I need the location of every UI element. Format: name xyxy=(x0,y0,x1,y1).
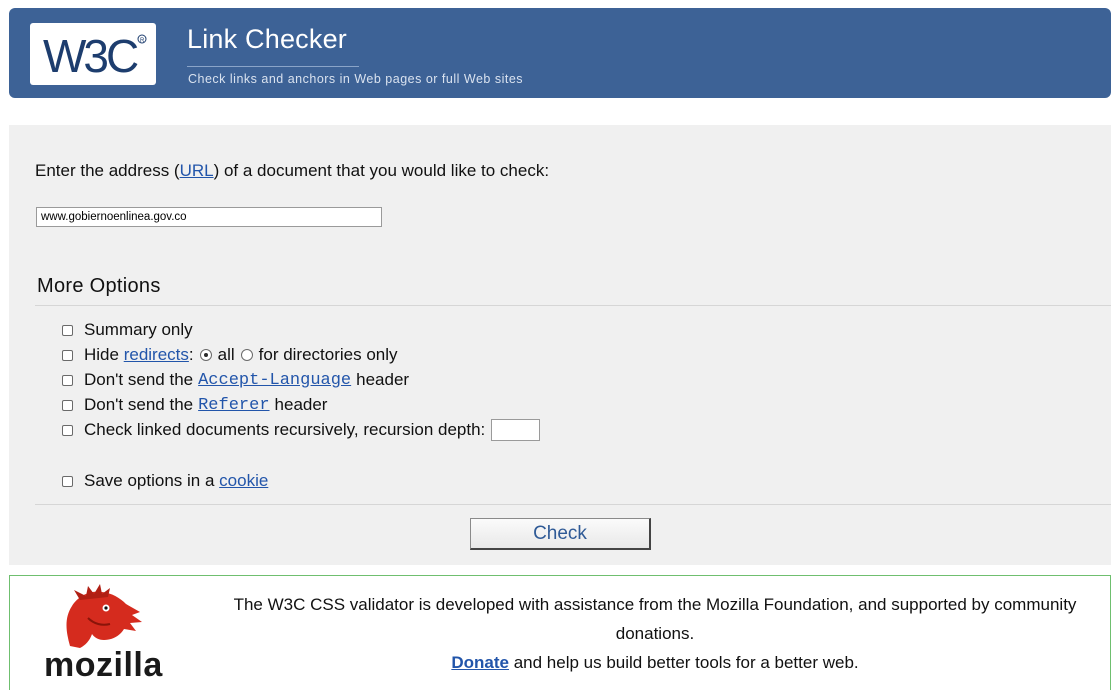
header-banner: W3C R Link Checker Check links and ancho… xyxy=(9,8,1111,98)
radio-directories-only[interactable] xyxy=(240,349,253,361)
referer-checkbox[interactable] xyxy=(62,399,73,411)
page-subtitle: Check links and anchors in Web pages or … xyxy=(188,72,524,86)
accept-language-label-start: Don't send the xyxy=(84,370,194,389)
redirects-link[interactable]: redirects xyxy=(124,345,189,365)
form-panel: Enter the address (URL) of a document th… xyxy=(9,125,1111,565)
support-line-2: Donate and help us build better tools fo… xyxy=(210,648,1100,677)
option-summary-only: Summary only xyxy=(62,320,193,340)
page-title: Link Checker xyxy=(187,24,347,54)
svg-text:W3C: W3C xyxy=(43,30,138,82)
radio-all[interactable] xyxy=(199,349,212,361)
option-recursive: Check linked documents recursively, recu… xyxy=(62,419,541,441)
radio-directories-label: for directories only xyxy=(258,345,398,364)
more-options-heading: More Options xyxy=(37,275,161,297)
option-accept-language: Don't send the Accept-Language header xyxy=(62,370,409,390)
referer-label-start: Don't send the xyxy=(84,395,194,414)
support-message: The W3C CSS validator is developed with … xyxy=(210,590,1100,677)
donate-link[interactable]: Donate xyxy=(451,653,509,672)
option-save-cookie: Save options in a cookie xyxy=(62,471,268,491)
w3c-logo[interactable]: W3C R xyxy=(30,23,156,85)
accept-language-checkbox[interactable] xyxy=(62,374,73,386)
title-divider xyxy=(187,66,359,67)
w3c-logo-icon: W3C R xyxy=(43,30,147,82)
summary-only-label: Summary only xyxy=(84,320,193,339)
accept-language-label-end: header xyxy=(356,370,410,389)
option-hide-redirects: Hide redirects: all for directories only xyxy=(62,345,398,365)
referer-link[interactable]: Referer xyxy=(198,396,269,415)
recursive-label: Check linked documents recursively, recu… xyxy=(84,420,486,439)
options-divider-top xyxy=(35,305,1111,306)
support-line-2-text: and help us build better tools for a bet… xyxy=(508,653,859,672)
recursion-depth-input[interactable] xyxy=(491,419,541,441)
url-prompt: Enter the address (URL) of a document th… xyxy=(35,161,549,181)
support-line-1: The W3C CSS validator is developed with … xyxy=(233,595,1077,643)
radio-all-label: all xyxy=(217,345,235,364)
prompt-text-start: Enter the address ( xyxy=(35,161,180,180)
recursive-checkbox[interactable] xyxy=(62,424,73,436)
save-cookie-label: Save options in a xyxy=(84,471,215,490)
svg-text:R: R xyxy=(140,38,145,44)
hide-label: Hide xyxy=(84,345,119,364)
mozilla-dinosaur-icon[interactable] xyxy=(40,582,160,652)
hide-colon: : xyxy=(188,345,194,364)
support-box: mozilla The W3C CSS validator is develop… xyxy=(9,575,1111,690)
url-help-link[interactable]: URL xyxy=(180,161,214,180)
save-cookie-checkbox[interactable] xyxy=(62,475,73,487)
url-input[interactable] xyxy=(36,207,382,227)
check-button[interactable]: Check xyxy=(470,518,651,550)
option-referer: Don't send the Referer header xyxy=(62,395,327,415)
options-divider-bottom xyxy=(35,504,1111,505)
summary-only-checkbox[interactable] xyxy=(62,324,73,336)
mozilla-wordmark: mozilla xyxy=(44,646,163,684)
prompt-text-end: ) of a document that you would like to c… xyxy=(213,161,550,180)
accept-language-link[interactable]: Accept-Language xyxy=(198,371,351,390)
cookie-link[interactable]: cookie xyxy=(219,471,268,491)
hide-redirects-checkbox[interactable] xyxy=(62,349,73,361)
referer-label-end: header xyxy=(274,395,328,414)
